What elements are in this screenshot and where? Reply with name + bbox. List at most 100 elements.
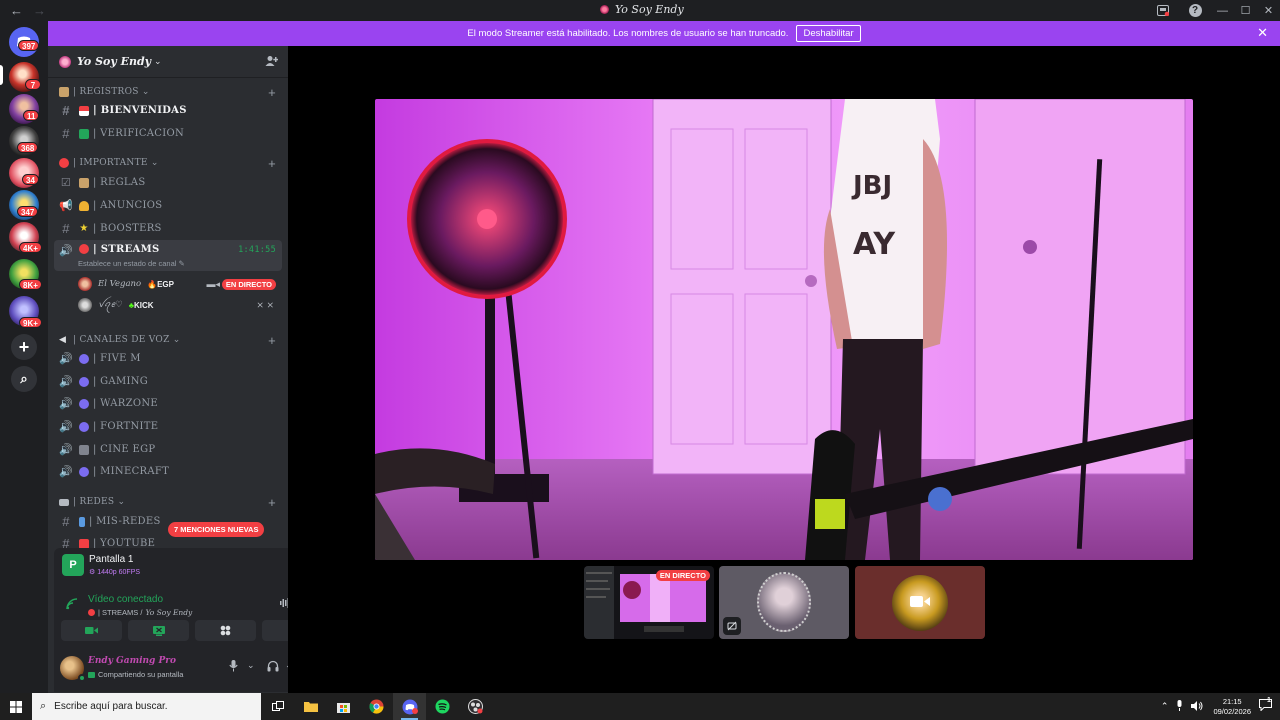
- user-status-text: Compartiendo su pantalla: [98, 670, 184, 679]
- soundboard-button[interactable]: [262, 620, 288, 641]
- channel-fortnite[interactable]: 🔊 | FORTNITE: [54, 416, 282, 437]
- scroll-icon: [79, 177, 89, 188]
- channel-reglas[interactable]: ☑ | REGLAS: [54, 172, 282, 193]
- forward-arrow-icon[interactable]: →: [33, 3, 46, 18]
- category-canales-de-voz[interactable]: ◀ | CANALES DE VOZ ⌄ +: [48, 331, 288, 349]
- maximize-button[interactable]: ☐: [1234, 4, 1257, 17]
- taskbar-search-input[interactable]: ⌕ Escribe aquí para buscar.: [32, 693, 261, 720]
- create-channel-icon[interactable]: +: [268, 495, 276, 510]
- channel-verificacion[interactable]: # | VERIFICACION: [54, 123, 282, 144]
- add-server-button[interactable]: +: [11, 334, 37, 360]
- back-arrow-icon[interactable]: ←: [10, 3, 23, 18]
- microphone-tray-icon[interactable]: [1176, 700, 1183, 713]
- disable-streamer-mode-button[interactable]: Deshabilitar: [796, 25, 861, 42]
- taskbar-clock[interactable]: 21:15 09/02/2026: [1213, 697, 1251, 717]
- channel-streams[interactable]: 🔊 | STREAMS 1:41:55 Establece un estado …: [54, 240, 282, 271]
- server-badge: 7: [25, 79, 41, 90]
- file-explorer-icon[interactable]: [294, 693, 327, 720]
- microphone-icon[interactable]: [229, 660, 238, 675]
- create-channel-icon[interactable]: +: [268, 333, 276, 348]
- microsoft-store-icon[interactable]: [327, 693, 360, 720]
- close-banner-icon[interactable]: ✕: [1257, 25, 1268, 41]
- voice-channel-icon: 🔊: [59, 353, 73, 365]
- no-entry-icon: [79, 244, 89, 254]
- svg-text:JBJ: JBJ: [851, 171, 892, 201]
- search-placeholder: Escribe aquí para buscar.: [54, 701, 168, 712]
- screen-share-app-icon: P: [62, 554, 84, 576]
- rules-channel-icon: ☑: [60, 177, 72, 189]
- category-registros[interactable]: | REGISTROS ⌄ +: [48, 83, 288, 101]
- channel-label: | VERIFICACION: [93, 128, 185, 139]
- voice-user-tag: 🔥EGP: [147, 279, 174, 289]
- chevron-up-icon[interactable]: ⌃: [1161, 701, 1169, 712]
- create-channel-icon[interactable]: +: [268, 85, 276, 100]
- muted-deafened-icon: ⨯ ⨯: [256, 299, 274, 310]
- activities-button[interactable]: [195, 620, 256, 641]
- new-mentions-pill[interactable]: 7 MENCIONES NUEVAS: [168, 522, 265, 537]
- discord-taskbar-icon[interactable]: [393, 693, 426, 720]
- spotify-icon[interactable]: [426, 693, 459, 720]
- task-view-icon[interactable]: [261, 693, 294, 720]
- channel-five-m[interactable]: 🔊 | FIVE M: [54, 348, 282, 369]
- server-selected-indicator: [0, 65, 3, 85]
- mic-options-chevron-icon[interactable]: ⌄: [247, 660, 255, 671]
- announcement-channel-icon: 📢: [59, 200, 73, 212]
- channel-anuncios[interactable]: 📢 | ANUNCIOS: [54, 195, 282, 216]
- minimize-button[interactable]: —: [1211, 5, 1234, 17]
- chrome-icon[interactable]: [360, 693, 393, 720]
- windows-start-icon[interactable]: [0, 693, 32, 720]
- channel-label: | WARZONE: [93, 398, 158, 409]
- close-window-button[interactable]: ✕: [1257, 4, 1280, 17]
- bell-icon: [79, 200, 89, 211]
- voice-connected-title: Vídeo conectado: [88, 594, 164, 605]
- discord-window: ← → Yo Soy Endy ? — ☐ ✕ 397 7 11 368 34 …: [0, 0, 1280, 720]
- channel-warzone[interactable]: 🔊 | WARZONE: [54, 393, 282, 414]
- username[interactable]: Endy Gaming Pro: [88, 656, 176, 666]
- discover-icon[interactable]: ⌕: [11, 366, 37, 392]
- notification-center-icon[interactable]: 1: [1259, 697, 1272, 714]
- voice-channel-icon: 🔊: [59, 421, 73, 433]
- live-badge[interactable]: EN DIRECTO: [221, 278, 276, 290]
- camera-button[interactable]: [61, 620, 122, 641]
- server-badge: 4K+: [19, 242, 42, 253]
- channel-minecraft[interactable]: 🔊 | MINECRAFT: [54, 461, 282, 482]
- set-channel-status[interactable]: Establece un estado de canal ✎: [78, 259, 185, 268]
- inbox-icon[interactable]: [1155, 3, 1171, 19]
- invite-people-icon[interactable]: [265, 55, 279, 70]
- connection-signal-icon[interactable]: [66, 598, 78, 613]
- voice-user[interactable]: ꪜꪖꫀ♡ ♣KICK ⨯ ⨯: [78, 295, 282, 315]
- channel-label: | ANUNCIOS: [93, 200, 163, 211]
- stream-muted-icon[interactable]: [723, 617, 741, 635]
- channel-label: | BOOSTERS: [93, 223, 162, 234]
- channel-cine-egp[interactable]: 🔊 | CINE EGP: [54, 439, 282, 460]
- obs-icon[interactable]: [459, 693, 492, 720]
- stream-thumbnail-camera[interactable]: [855, 566, 985, 639]
- screen-share-panel: P Pantalla 1 ⚙ 1440p 60FPS: [54, 548, 288, 590]
- stream-quality: ⚙ 1440p 60FPS: [89, 569, 141, 576]
- channel-boosters[interactable]: # ★ | BOOSTERS: [54, 218, 282, 239]
- headphones-icon[interactable]: [267, 660, 279, 675]
- guild-header[interactable]: Yo Soy Endy ⌄: [48, 46, 288, 78]
- voice-user[interactable]: El Vegano 🔥EGP ▬◂ EN DIRECTO: [78, 274, 282, 294]
- live-badge: EN DIRECTO: [655, 570, 710, 581]
- voice-connected-channel[interactable]: | STREAMS / Yo Soy Endy: [88, 608, 192, 617]
- stream-thumbnail-self[interactable]: EN DIRECTO: [584, 566, 714, 639]
- category-importante[interactable]: | IMPORTANTE ⌄ +: [48, 154, 288, 172]
- help-icon[interactable]: ?: [1187, 3, 1203, 19]
- stream-video[interactable]: JBJ AY: [375, 99, 1193, 560]
- volume-icon[interactable]: [1191, 700, 1203, 713]
- noise-suppression-icon[interactable]: [280, 598, 288, 611]
- create-channel-icon[interactable]: +: [268, 156, 276, 171]
- search-icon: ⌕: [40, 700, 47, 712]
- stream-thumbnail-user[interactable]: [719, 566, 849, 639]
- stream-stage: JBJ AY EN DIRECTO: [288, 46, 1280, 693]
- channel-gaming[interactable]: 🔊 | GAMING: [54, 371, 282, 392]
- controller-icon: [79, 466, 89, 477]
- category-redes[interactable]: | REDES ⌄ +: [48, 493, 288, 511]
- channel-label: | FIVE M: [93, 353, 141, 364]
- user-status: Compartiendo su pantalla: [88, 670, 183, 679]
- voice-user-tag-text: KICK: [134, 300, 154, 310]
- channel-bienvenidas[interactable]: # | BIENVENIDAS: [54, 100, 282, 121]
- star-icon: ★: [79, 222, 89, 234]
- screen-share-button[interactable]: [128, 620, 189, 641]
